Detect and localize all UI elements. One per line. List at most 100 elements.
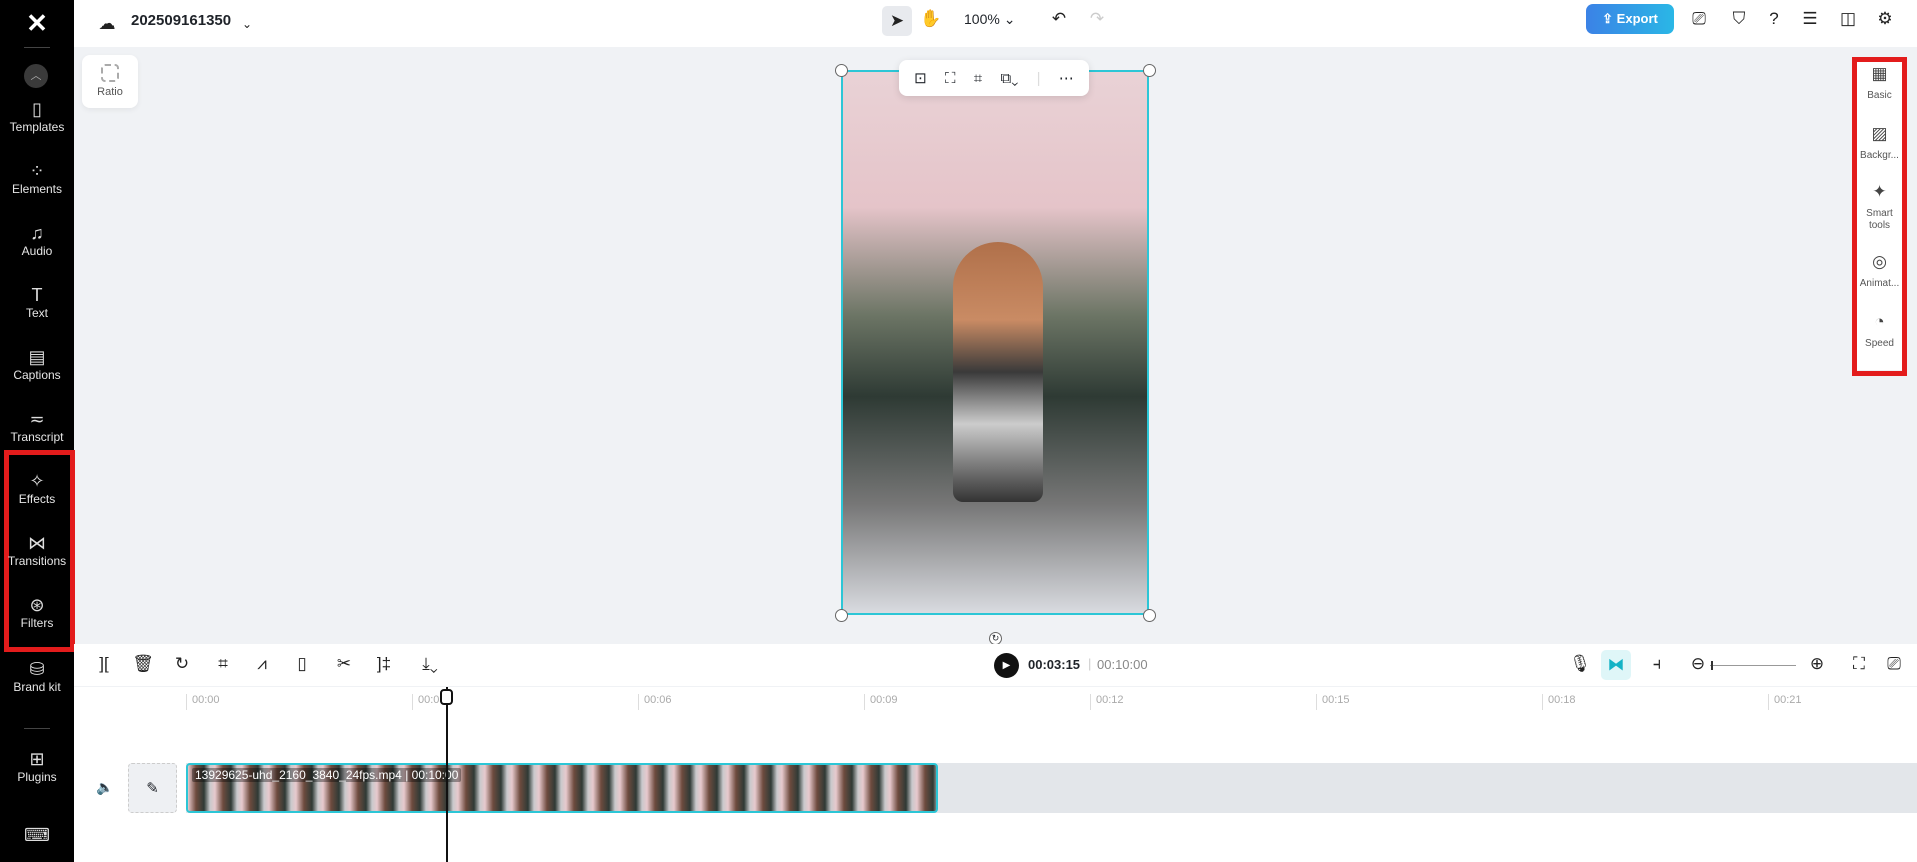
- sparkle-icon: ✦: [1872, 182, 1887, 201]
- ratio-icon: [101, 64, 119, 82]
- label: Transcript: [10, 430, 64, 444]
- undo-button[interactable]: ↶: [1046, 6, 1072, 32]
- timeline: 00:00 00:03 00:06 00:09 00:12 00:15 00:18 00:21…: [74, 687, 1917, 862]
- settings-icon[interactable]: ⚙: [1872, 6, 1898, 32]
- sidebar-item-transcript[interactable]: ≂ Transcript: [0, 408, 74, 444]
- sidebar-item-elements[interactable]: ⁘ Elements: [0, 160, 74, 196]
- snap-icon[interactable]: ⧓: [1601, 650, 1631, 680]
- panel-basic[interactable]: ▦ Basic: [1857, 65, 1902, 102]
- freeze-icon[interactable]: ▯: [290, 654, 314, 674]
- clip-name: 13929625-uhd_2160_3840_24fps.mp4: [195, 768, 402, 782]
- panel-speed[interactable]: ◔ Speed: [1857, 313, 1902, 350]
- replace-image-icon[interactable]: ⊡: [914, 69, 927, 87]
- delete-icon[interactable]: 🗑: [131, 654, 155, 674]
- sidebar-item-audio[interactable]: ♫ Audio: [0, 222, 74, 258]
- resize-handle[interactable]: [835, 609, 848, 622]
- animation-icon: ◎: [1872, 252, 1887, 271]
- playhead-knob[interactable]: [440, 689, 453, 705]
- panel-background[interactable]: ▨ Backgr...: [1857, 125, 1902, 162]
- current-time: 00:03:15: [1028, 657, 1081, 672]
- playhead[interactable]: [446, 687, 448, 862]
- brand-kit-icon: ⛁: [29, 659, 45, 679]
- trim-icon[interactable]: ]‡: [372, 654, 396, 674]
- panel-smart-tools[interactable]: ✦ Smart tools: [1857, 182, 1902, 232]
- clip-label: 13929625-uhd_2160_3840_24fps.mp4 | 00:10…: [192, 768, 462, 782]
- sidebar-item-brand-kit[interactable]: ⛁ Brand kit: [7, 658, 67, 694]
- project-name[interactable]: 202509161350: [131, 12, 231, 29]
- ratio-label: Ratio: [97, 86, 123, 98]
- ratio-button[interactable]: Ratio: [82, 55, 138, 108]
- present-icon[interactable]: ⎚: [1686, 6, 1712, 32]
- timeline-toolbar: ][ 🗑 ↻ ⌗ ⩘ ▯ ✂ ]‡ ⤓⌄ ▶ 00:03:15 | 00:10:…: [74, 644, 1917, 686]
- chevron-down-icon[interactable]: ⌄: [234, 11, 260, 37]
- label: Backgr...: [1860, 150, 1899, 161]
- export-button[interactable]: ⇪ Export: [1586, 4, 1674, 34]
- sidebar-item-filters[interactable]: ⊛ Filters: [0, 594, 74, 630]
- layout-icon[interactable]: ◫: [1835, 6, 1861, 32]
- top-bar: ☁ 202509161350 ⌄ ➤ ✋ 100% ⌄ ↶ ↷ ⇪ Export…: [74, 0, 1917, 47]
- shield-icon[interactable]: ⛉: [1726, 6, 1752, 32]
- split-screen-icon[interactable]: ⫞: [1645, 654, 1669, 674]
- zoom-slider-thumb[interactable]: [1711, 661, 1721, 670]
- zoom-slider[interactable]: [1710, 665, 1796, 666]
- preview-icon[interactable]: ⎚: [1882, 654, 1906, 674]
- transcript-icon: ≂: [29, 409, 45, 429]
- label: Plugins: [17, 770, 57, 784]
- label: Filters: [20, 616, 54, 630]
- video-preview[interactable]: [841, 70, 1149, 615]
- resize-handle[interactable]: [1143, 609, 1156, 622]
- mirror-icon[interactable]: ⩘: [250, 654, 274, 674]
- volume-icon[interactable]: 🔈: [96, 779, 113, 796]
- fullscreen-icon[interactable]: ⛶: [1847, 654, 1871, 674]
- label: Elements: [11, 182, 63, 196]
- cut-icon[interactable]: ✂: [332, 654, 356, 674]
- picture-in-picture-icon[interactable]: ⧉⌄: [1001, 70, 1019, 87]
- zoom-select[interactable]: 100% ⌄: [964, 11, 1015, 28]
- microphone-icon[interactable]: 🎙: [1568, 654, 1592, 674]
- label: Captions: [13, 368, 61, 382]
- sidebar-item-plugins[interactable]: ⊞ Plugins: [0, 748, 74, 784]
- crop-icon[interactable]: ⌗: [211, 654, 235, 674]
- sidebar-item-transitions[interactable]: ⋈ Transitions: [0, 532, 74, 568]
- effects-icon: ✧: [29, 471, 45, 491]
- text-icon: T: [31, 285, 43, 305]
- loop-icon[interactable]: ↻: [170, 654, 194, 674]
- sidebar-item-templates[interactable]: ▯ Templates: [0, 98, 74, 134]
- edit-cover-button[interactable]: ✎: [128, 763, 177, 813]
- audio-icon: ♫: [30, 223, 44, 243]
- panel-animation[interactable]: ◎ Animat...: [1857, 252, 1902, 290]
- keyboard-shortcuts-button[interactable]: ⌨: [0, 824, 74, 846]
- layers-icon[interactable]: ☰: [1797, 6, 1823, 32]
- sidebar-item-captions[interactable]: ▤ Captions: [0, 346, 74, 382]
- help-icon[interactable]: ?: [1761, 6, 1787, 32]
- zoom-out-icon[interactable]: ⊖: [1686, 654, 1710, 674]
- total-duration: 00:10:00: [1097, 657, 1148, 672]
- ruler-tick: 00:00: [186, 694, 220, 710]
- sidebar-item-text[interactable]: T Text: [0, 284, 74, 320]
- download-icon[interactable]: ⤓⌄: [412, 654, 448, 674]
- resize-handle[interactable]: [1143, 64, 1156, 77]
- ruler-tick: 00:09: [864, 694, 898, 710]
- label: Smart tools: [1866, 208, 1893, 231]
- label: Effects: [18, 492, 56, 506]
- capcut-logo[interactable]: ✕: [20, 8, 54, 38]
- more-icon[interactable]: ⋯: [1059, 69, 1074, 87]
- redo-button[interactable]: ↷: [1084, 6, 1110, 32]
- split-icon[interactable]: ][: [92, 654, 116, 674]
- focus-icon[interactable]: ⛶: [945, 70, 956, 87]
- pencil-icon: ✎: [146, 780, 159, 797]
- sidebar-item-effects[interactable]: ✧ Effects: [0, 470, 74, 506]
- crop-icon[interactable]: ⌗: [974, 70, 982, 87]
- video-subject: [953, 242, 1043, 502]
- collapse-button[interactable]: ︿: [24, 64, 48, 88]
- zoom-in-icon[interactable]: ⊕: [1805, 654, 1829, 674]
- hand-tool-button[interactable]: ✋: [918, 6, 944, 32]
- label: Transitions: [7, 554, 67, 568]
- play-button[interactable]: ▶: [994, 653, 1019, 678]
- templates-icon: ▯: [32, 99, 42, 119]
- select-tool-button[interactable]: ➤: [882, 6, 912, 36]
- resize-handle[interactable]: [835, 64, 848, 77]
- video-clip[interactable]: 13929625-uhd_2160_3840_24fps.mp4 | 00:10…: [186, 763, 938, 813]
- cloud-saved-icon: ☁: [98, 14, 116, 33]
- upload-icon: ⇪: [1602, 11, 1617, 26]
